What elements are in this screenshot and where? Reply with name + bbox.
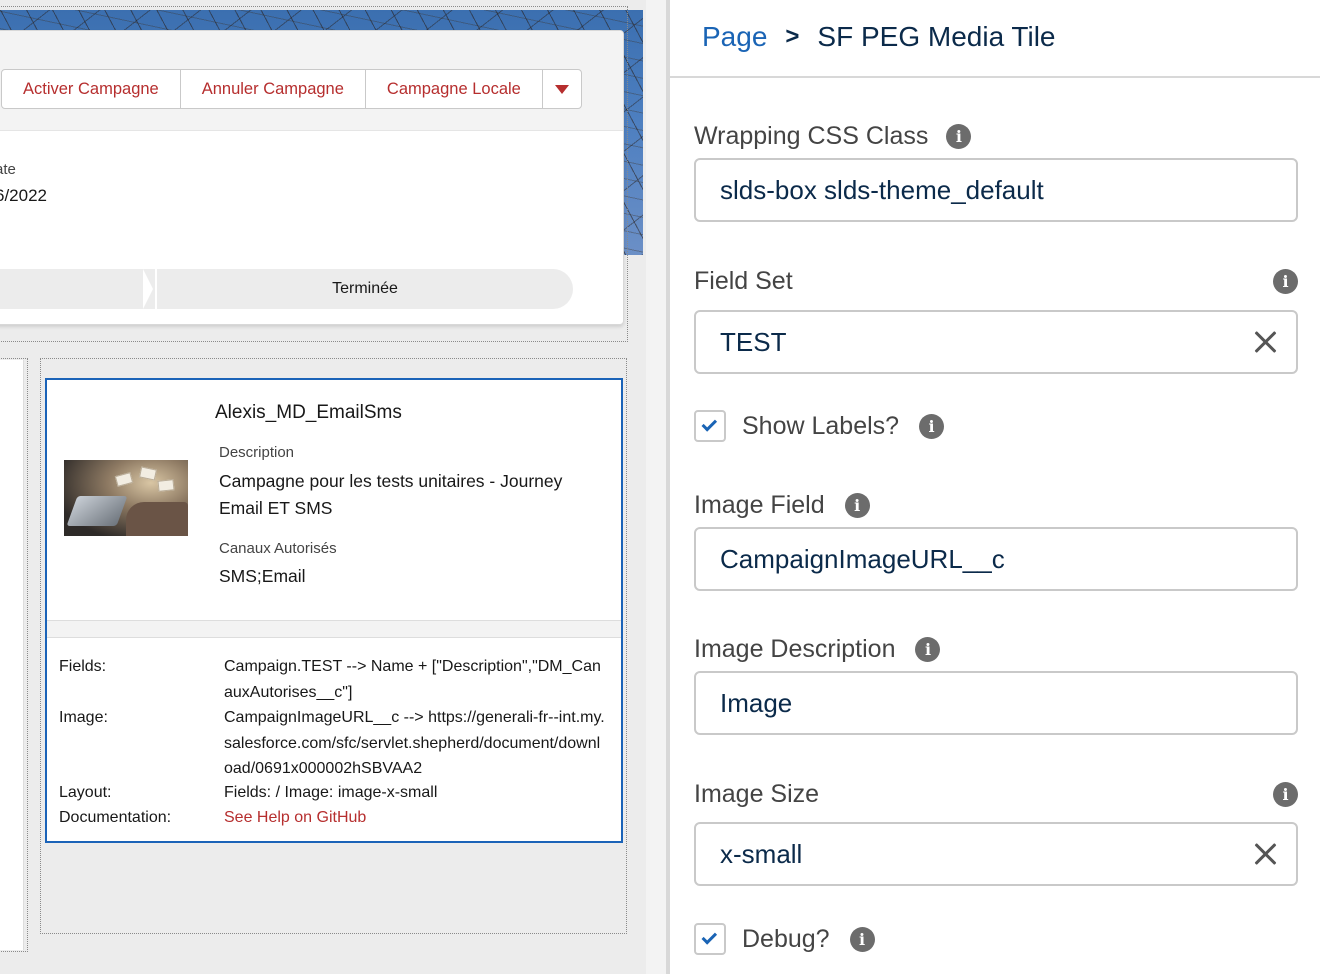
header-actions-bar: Activer Campagne Annuler Campagne Campag… [0,31,623,131]
tile-title: Alexis_MD_EmailSms [215,402,402,423]
image-field-label: Image Field [694,491,825,519]
see-help-on-github-link[interactable]: See Help on GitHub [224,805,609,831]
description-label: Description [219,444,295,461]
chevron-down-icon [554,84,569,94]
info-icon[interactable]: i [946,124,972,149]
status-path: Terminée [0,269,573,309]
debug-image-value: CampaignImageURL__c --> https://generali… [224,709,605,777]
image-size-label: Image Size [694,780,820,808]
info-icon[interactable]: i [919,413,945,439]
field-set-label-row: Field Set i [694,267,1298,296]
breadcrumb-current: SF PEG Media Tile [817,21,1056,52]
wrapping-css-label: Wrapping CSS Class [694,122,929,150]
breadcrumb: Page > SF PEG Media Tile [702,21,1056,53]
image-size-label-row: Image Size i [694,780,1298,809]
description-value: Campagne pour les tests unitaires - Jour… [219,471,563,518]
field-set-combobox[interactable]: TEST [694,310,1298,374]
info-icon[interactable]: i [1273,269,1298,294]
image-field-label-row: Image Field i [694,491,870,520]
properties-panel: Page > SF PEG Media Tile Wrapping CSS Cl… [670,0,1320,974]
campaign-image [64,460,188,536]
debug-layout-label: Layout: [59,784,112,801]
debug-row: Debug? i [694,923,875,955]
debug-layout-value: Fields: / Image: image-x-small [224,784,438,801]
media-tile[interactable]: Alexis_MD_EmailSms Description Campagne … [45,378,623,843]
debug-separator [47,620,621,638]
canaux-autorises-label: Canaux Autorisés [219,540,337,557]
path-chevron [143,269,153,309]
field-set-value: TEST [720,326,787,357]
field-set-label: Field Set [694,267,793,295]
image-size-value: x-small [720,838,803,869]
breadcrumb-separator: > [785,23,800,50]
show-labels-label: Show Labels? [742,411,900,440]
wrapping-css-input[interactable]: slds-box slds-theme_default [694,158,1298,222]
image-description-label-row: Image Description i [694,635,941,664]
media-tile-body: Alexis_MD_EmailSms Description Campagne … [47,380,621,620]
debug-image-label: Image: [59,709,108,726]
debug-label: Debug? [742,924,830,953]
image-size-combobox[interactable]: x-small [694,822,1298,886]
checkbox-checked-icon [701,416,718,432]
properties-panel-header: Page > SF PEG Media Tile [670,0,1320,78]
date-field-label: ate [0,161,16,178]
show-labels-row: Show Labels? i [694,410,945,442]
debug-fields-value: Campaign.TEST --> Name + ["Description",… [224,658,601,701]
more-actions-button[interactable] [541,69,582,109]
breadcrumb-page-link[interactable]: Page [702,21,767,53]
debug-documentation-label: Documentation: [59,809,172,826]
action-button-group: Activer Campagne Annuler Campagne Campag… [1,69,582,109]
image-description-label: Image Description [694,635,896,663]
image-description-input[interactable]: Image [694,671,1298,735]
clear-icon[interactable] [1252,840,1280,868]
path-step-previous[interactable] [0,269,155,309]
date-field-value: 6/2022 [0,186,47,205]
canaux-autorises-value: SMS;Email [219,566,306,586]
info-icon[interactable]: i [1273,782,1298,807]
debug-checkbox[interactable] [694,923,726,955]
clear-icon[interactable] [1252,328,1280,356]
path-step-terminee[interactable]: Terminée [157,269,573,309]
record-header-card: Activer Campagne Annuler Campagne Campag… [0,30,624,325]
checkbox-checked-icon [701,929,718,945]
wrapping-css-label-row: Wrapping CSS Class i [694,122,972,151]
info-icon[interactable]: i [844,493,870,518]
info-icon[interactable]: i [915,637,941,662]
show-labels-checkbox[interactable] [694,410,726,442]
debug-fields-label: Fields: [59,658,107,675]
annuler-campagne-button[interactable]: Annuler Campagne [179,69,366,109]
info-icon[interactable]: i [849,926,875,952]
campagne-locale-button[interactable]: Campagne Locale [364,69,543,109]
left-column-component [0,360,24,950]
page-canvas: Activer Campagne Annuler Campagne Campag… [0,0,646,974]
activer-campagne-button[interactable]: Activer Campagne [1,69,181,109]
image-field-input[interactable]: CampaignImageURL__c [694,527,1298,591]
